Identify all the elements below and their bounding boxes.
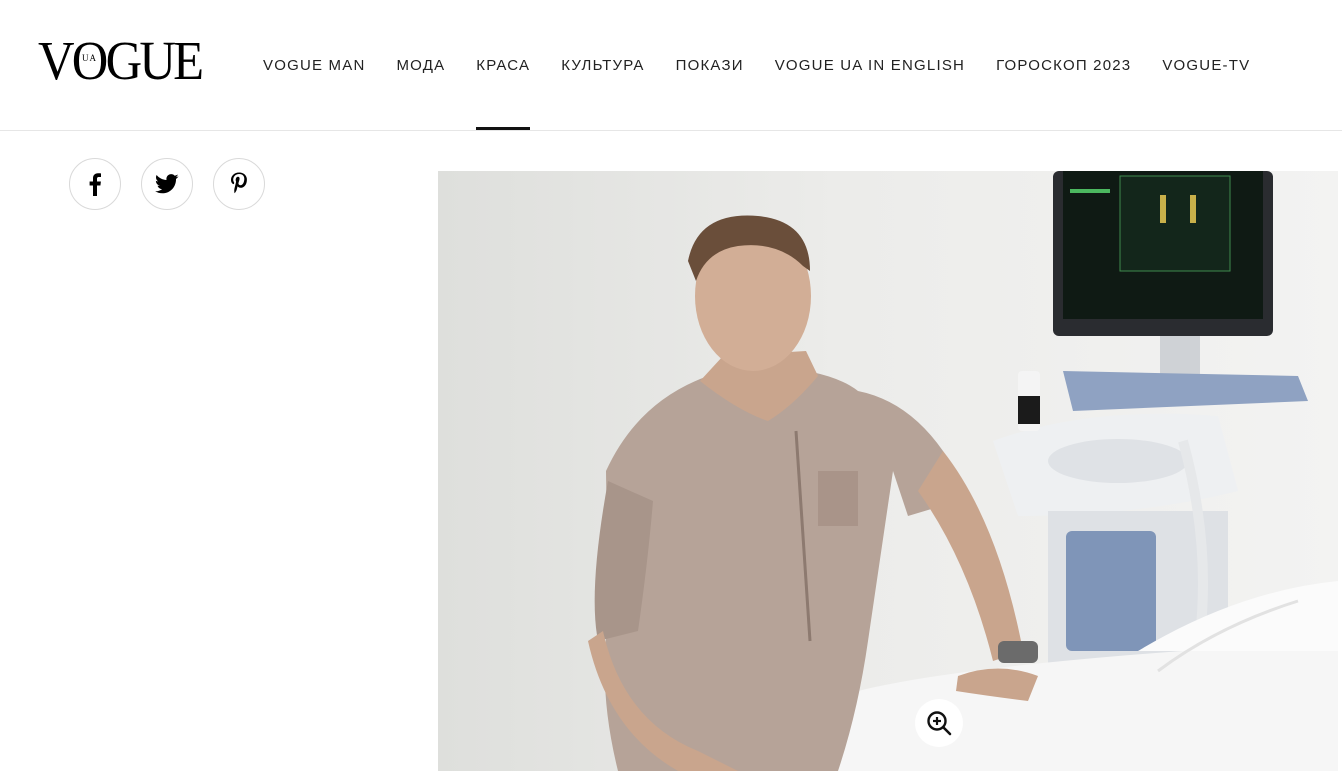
- logo-wordmark: VOGUE: [38, 30, 204, 91]
- facebook-share-button[interactable]: [69, 158, 121, 210]
- nav-item-vogue-ua-in-english[interactable]: VOGUE UA IN ENGLISH: [775, 0, 965, 130]
- twitter-share-button[interactable]: [141, 158, 193, 210]
- pinterest-icon: [231, 172, 247, 194]
- nav-item-moda[interactable]: МОДА: [396, 0, 445, 130]
- nav-item-vogue-tv[interactable]: VOGUE-TV: [1162, 0, 1250, 130]
- twitter-icon: [155, 174, 179, 194]
- share-buttons: [69, 158, 285, 210]
- nav-item-pokazy[interactable]: ПОКАЗИ: [676, 0, 744, 130]
- zoom-image-button[interactable]: [915, 699, 963, 747]
- facebook-icon: [89, 173, 101, 196]
- vogue-ua-logo[interactable]: VOGUE UA: [38, 33, 218, 89]
- doctor-photo-illustration: [438, 171, 1338, 771]
- logo-edition: UA: [82, 53, 97, 63]
- nav-item-horoskop-2023[interactable]: ГОРОСКОП 2023: [996, 0, 1131, 130]
- zoom-in-icon: [927, 711, 952, 736]
- site-header: VOGUE UA VOGUE MAN МОДА КРАСА КУЛЬТУРА П…: [0, 0, 1342, 131]
- nav-item-krasa[interactable]: КРАСА: [476, 0, 531, 130]
- nav-item-kultura[interactable]: КУЛЬТУРА: [561, 0, 644, 130]
- article-hero-image[interactable]: [438, 171, 1338, 771]
- nav-item-vogue-man[interactable]: VOGUE MAN: [263, 0, 365, 130]
- pinterest-share-button[interactable]: [213, 158, 265, 210]
- main-nav: VOGUE MAN МОДА КРАСА КУЛЬТУРА ПОКАЗИ VOG…: [263, 0, 1281, 130]
